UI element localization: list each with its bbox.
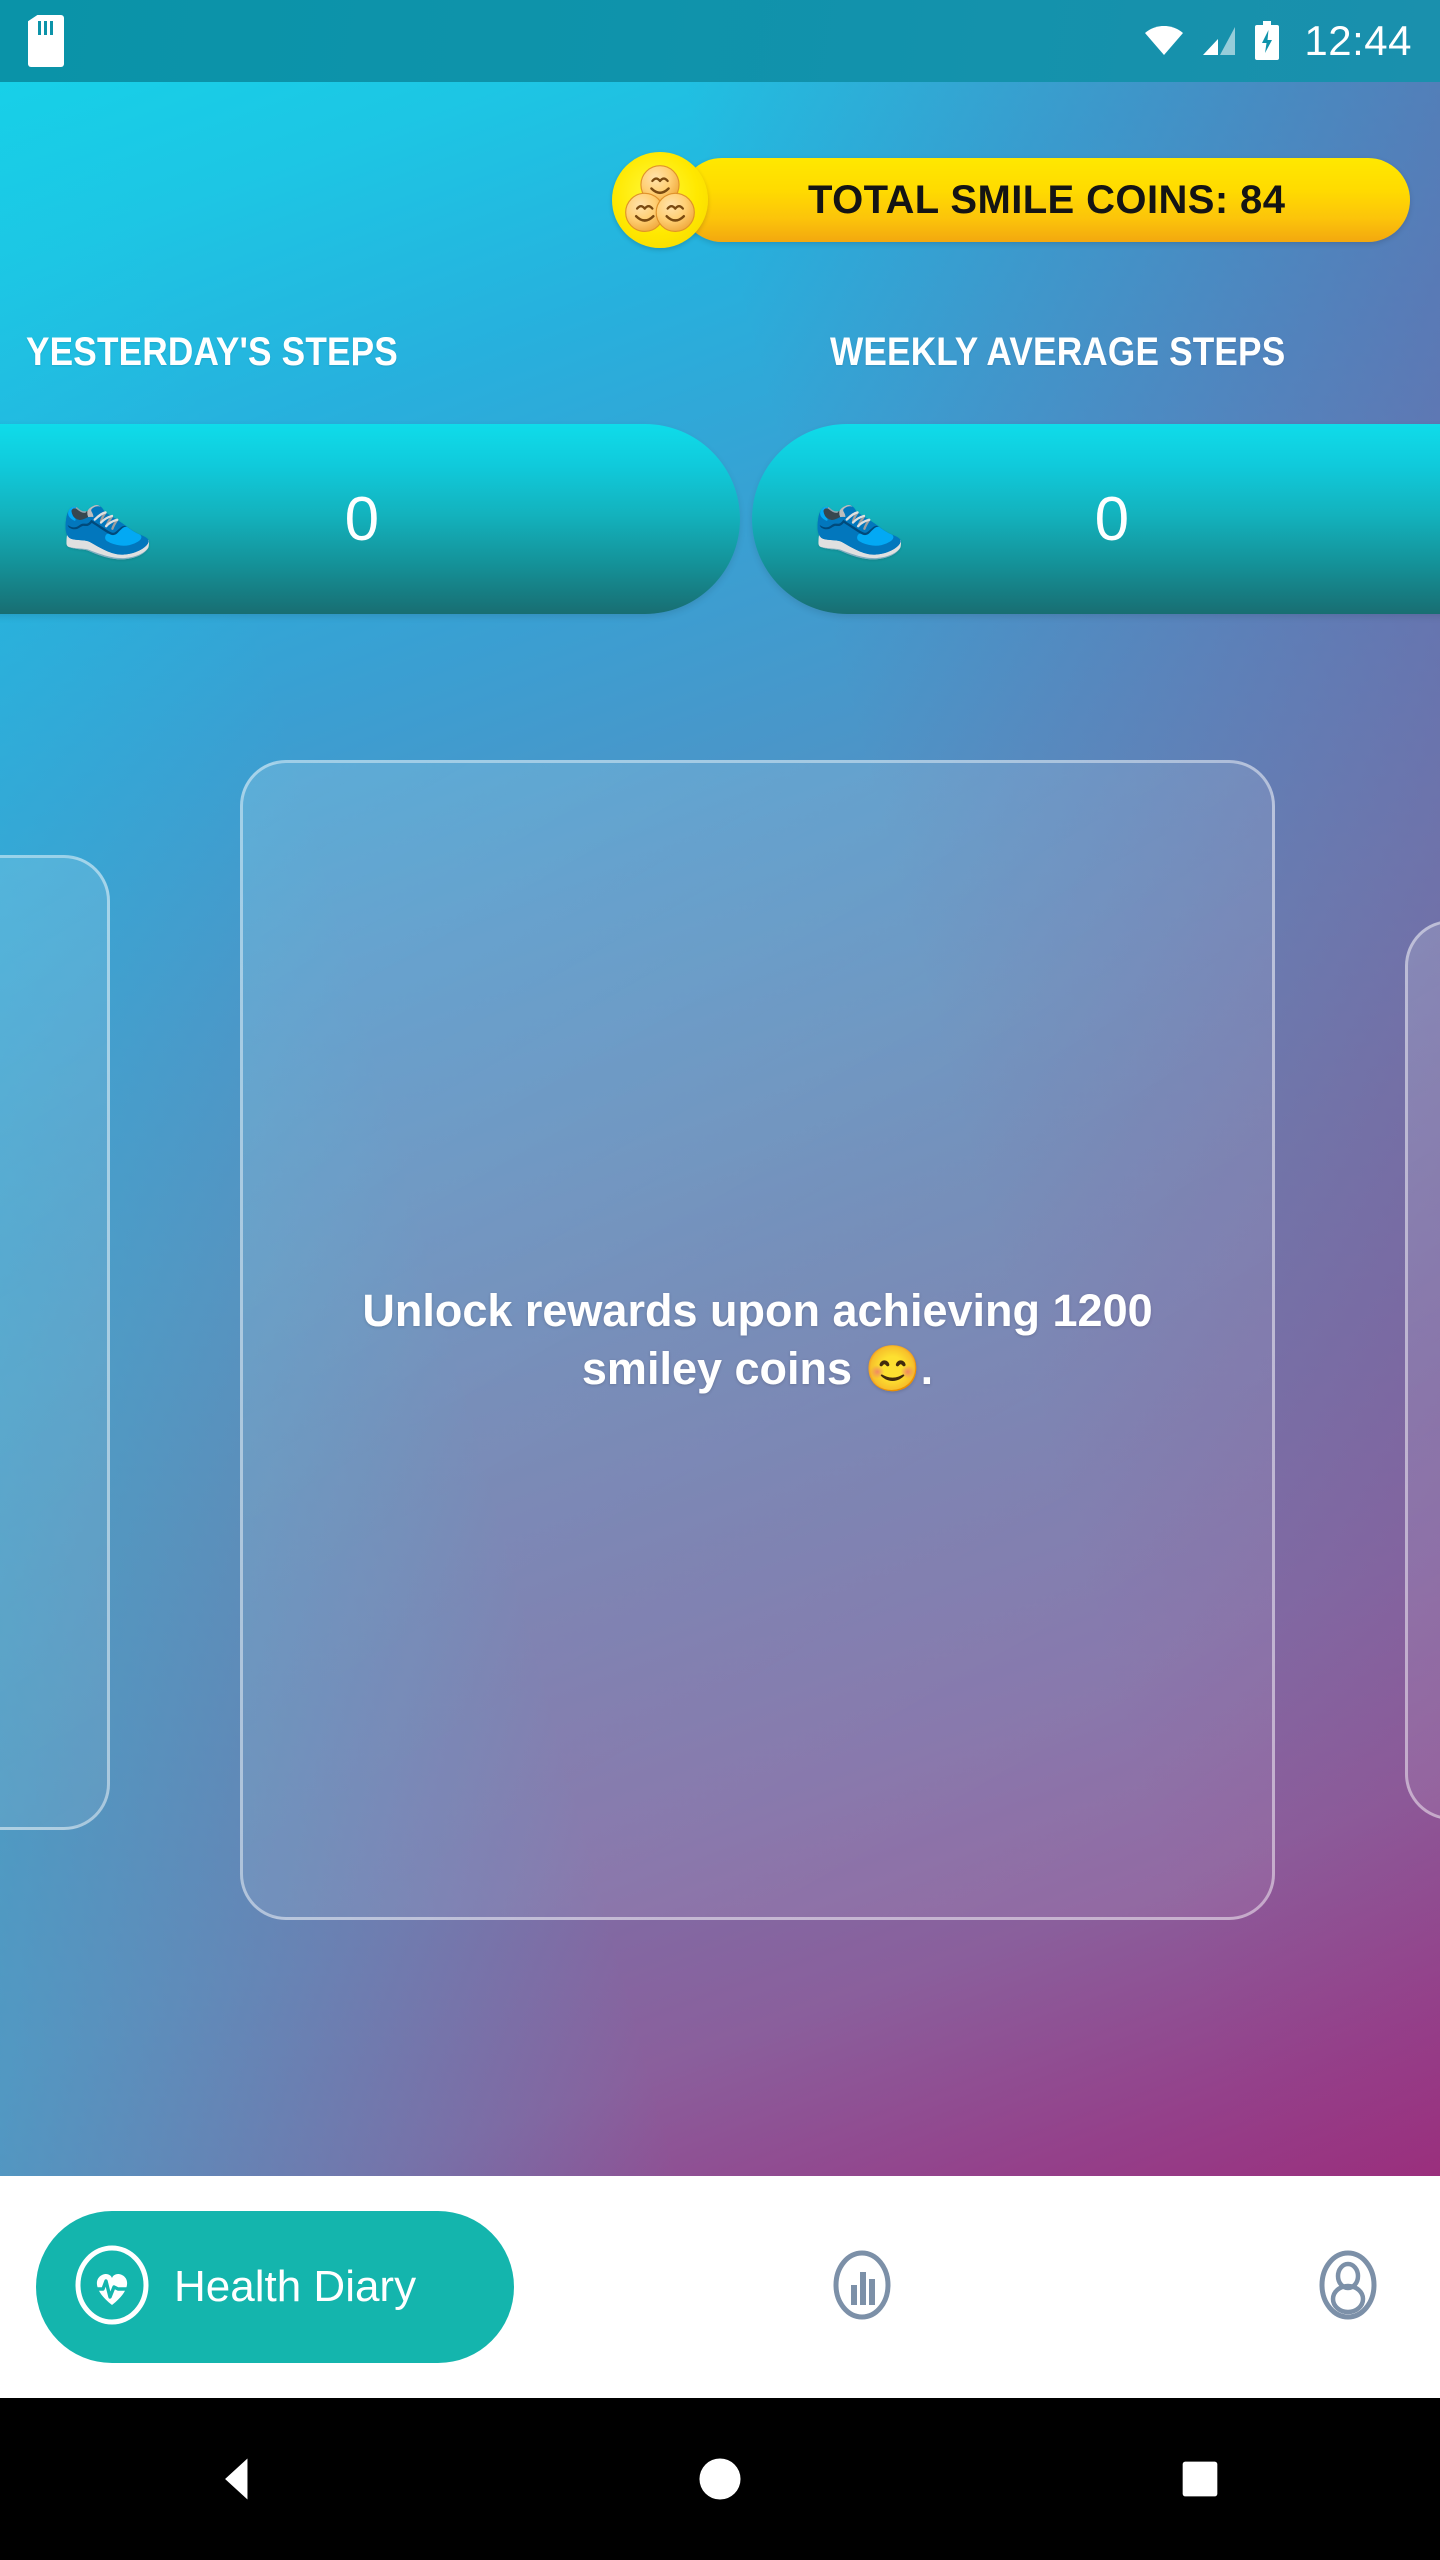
weekly-average-steps-value: 0 [1094, 484, 1130, 554]
status-bar-clock: 12:44 [1304, 17, 1412, 64]
coins-label: TOTAL SMILE COINS: 84 [808, 177, 1286, 222]
yesterday-steps-value: 0 [344, 484, 380, 554]
nav-item-health-diary[interactable]: Health Diary [36, 2211, 514, 2363]
back-triangle-icon[interactable] [165, 2398, 315, 2560]
yesterday-steps-label: YESTERDAY'S STEPS [26, 330, 398, 374]
status-bar: 12:44 [0, 0, 1440, 82]
status-bar-right: 12:44 [1144, 20, 1412, 62]
cellular-signal-icon [1202, 26, 1236, 56]
battery-charging-icon [1254, 21, 1280, 61]
profile-person-icon [1304, 2241, 1392, 2334]
status-bar-left [28, 15, 64, 67]
reward-message: Unlock rewards upon achieving 1200 smile… [362, 1284, 1153, 1395]
yesterday-steps-card[interactable]: 👟 0 [0, 424, 740, 614]
weekly-average-steps-card[interactable]: 👟 0 [752, 424, 1440, 614]
nav-item-profile[interactable] [1300, 2239, 1396, 2335]
total-smile-coins-banner[interactable]: TOTAL SMILE COINS: 84 [612, 152, 1410, 248]
running-shoe-icon: 👟 [812, 476, 907, 561]
wifi-icon [1144, 25, 1184, 56]
three-smileys-icon [612, 152, 708, 248]
sd-card-icon [28, 15, 64, 67]
coins-pill[interactable]: TOTAL SMILE COINS: 84 [680, 158, 1410, 242]
home-circle-icon[interactable] [645, 2398, 795, 2560]
nav-item-health-diary-label: Health Diary [174, 2262, 417, 2311]
nav-item-stats[interactable] [814, 2239, 910, 2335]
phone-screen: 12:44 Unlock rewards upon achieving 1200… [0, 0, 1440, 2560]
weekly-average-steps-label: WEEKLY AVERAGE STEPS [830, 330, 1286, 374]
android-navigation-bar [0, 2398, 1440, 2560]
reward-card-previous[interactable] [0, 855, 110, 1830]
bottom-navigation-bar: Health Diary [0, 2176, 1440, 2398]
running-shoe-icon: 👟 [60, 476, 155, 561]
recents-square-icon[interactable] [1125, 2398, 1275, 2560]
bar-chart-icon [818, 2241, 906, 2334]
heart-pulse-icon [72, 2245, 152, 2330]
reward-card-next[interactable] [1405, 920, 1440, 1820]
reward-card-main[interactable]: Unlock rewards upon achieving 1200 smile… [240, 760, 1275, 1920]
